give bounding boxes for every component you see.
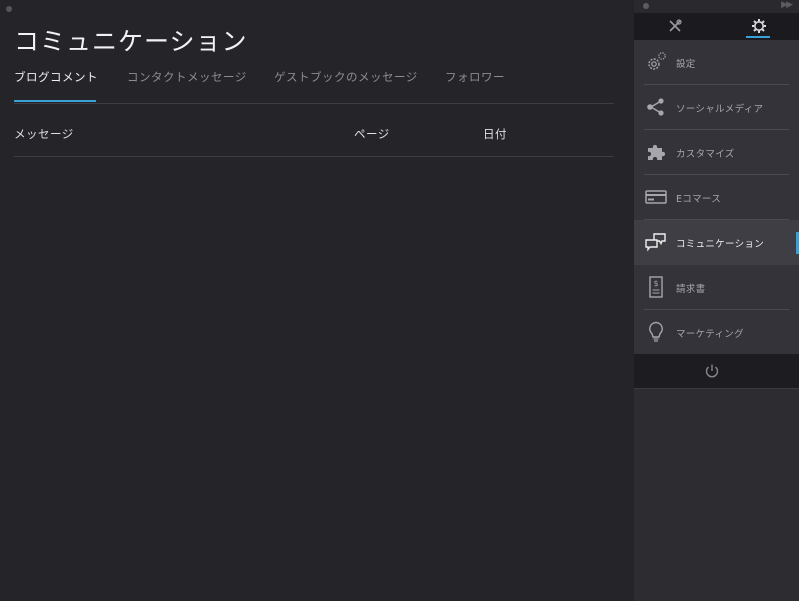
lightbulb-icon <box>649 321 663 342</box>
column-message[interactable]: メッセージ <box>14 126 74 142</box>
sidebar-dot <box>643 3 649 9</box>
tools-icon <box>669 19 682 32</box>
window-dot <box>6 6 12 12</box>
svg-text:$: $ <box>653 279 658 288</box>
sidebar-item-label: ソーシャルメディア <box>676 104 764 115</box>
invoice-icon: $ <box>649 276 663 298</box>
column-page[interactable]: ページ <box>354 126 390 142</box>
tab-bar: ブログコメント コンタクトメッセージ ゲストブックのメッセージ フォロワー <box>14 68 614 104</box>
sidebar-item-settings[interactable]: 設定 <box>634 40 799 85</box>
puzzle-icon <box>648 144 666 160</box>
sidebar-item-customize[interactable]: カスタマイズ <box>634 130 799 175</box>
sidebar-item-label: マーケティング <box>676 329 744 340</box>
tab-guestbook-messages[interactable]: ゲストブックのメッセージ <box>274 69 418 85</box>
settings-gears-icon <box>648 52 666 70</box>
sidebar-item-label: 設定 <box>676 59 696 70</box>
sidebar-item-communication[interactable]: コミュニケーション <box>634 220 799 265</box>
tab-contact-messages[interactable]: コンタクトメッセージ <box>127 69 247 85</box>
settings-button[interactable] <box>746 16 772 38</box>
sidebar-item-label: 請求書 <box>676 284 706 295</box>
tools-button[interactable] <box>662 16 688 38</box>
power-icon[interactable] <box>704 363 720 379</box>
table-header: メッセージ ページ 日付 <box>14 112 614 157</box>
toolbar-active-indicator <box>746 36 770 38</box>
sidebar-titlebar: ▶▶ <box>634 0 799 13</box>
sidebar-item-ecommerce[interactable]: Eコマース <box>634 175 799 220</box>
tab-followers[interactable]: フォロワー <box>445 69 505 85</box>
sidebar-toolbar <box>634 13 799 40</box>
page-title: コミュニケーション <box>14 27 248 56</box>
sidebar-menu: 設定 ソーシャルメディア カスタマイズ Eコマース コミュニケーション $ 請求… <box>634 40 799 354</box>
tab-blog-comments[interactable]: ブログコメント <box>14 69 98 85</box>
sidebar-footer <box>634 354 799 389</box>
sidebar-item-label: コミュニケーション <box>676 239 765 250</box>
share-icon <box>647 98 664 116</box>
sidebar-item-label: カスタマイズ <box>676 149 735 160</box>
active-tab-indicator <box>14 100 96 102</box>
sidebar-item-label: Eコマース <box>676 194 722 205</box>
credit-card-icon <box>645 190 667 204</box>
sidebar: ▶▶ 設定 ソーシャルメディア カスタマイズ Eコマース コミュニケーション $… <box>634 0 799 601</box>
sidebar-empty-area <box>634 389 799 601</box>
sidebar-item-social-media[interactable]: ソーシャルメディア <box>634 85 799 130</box>
collapse-arrows-icon[interactable]: ▶▶ <box>781 0 793 10</box>
sidebar-item-invoices[interactable]: $ 請求書 <box>634 265 799 310</box>
main-panel: コミュニケーション ブログコメント コンタクトメッセージ ゲストブックのメッセー… <box>0 0 634 601</box>
sidebar-item-marketing[interactable]: マーケティング <box>634 310 799 355</box>
chat-bubbles-icon <box>645 233 666 252</box>
gear-icon <box>752 19 766 33</box>
column-date[interactable]: 日付 <box>483 126 507 142</box>
